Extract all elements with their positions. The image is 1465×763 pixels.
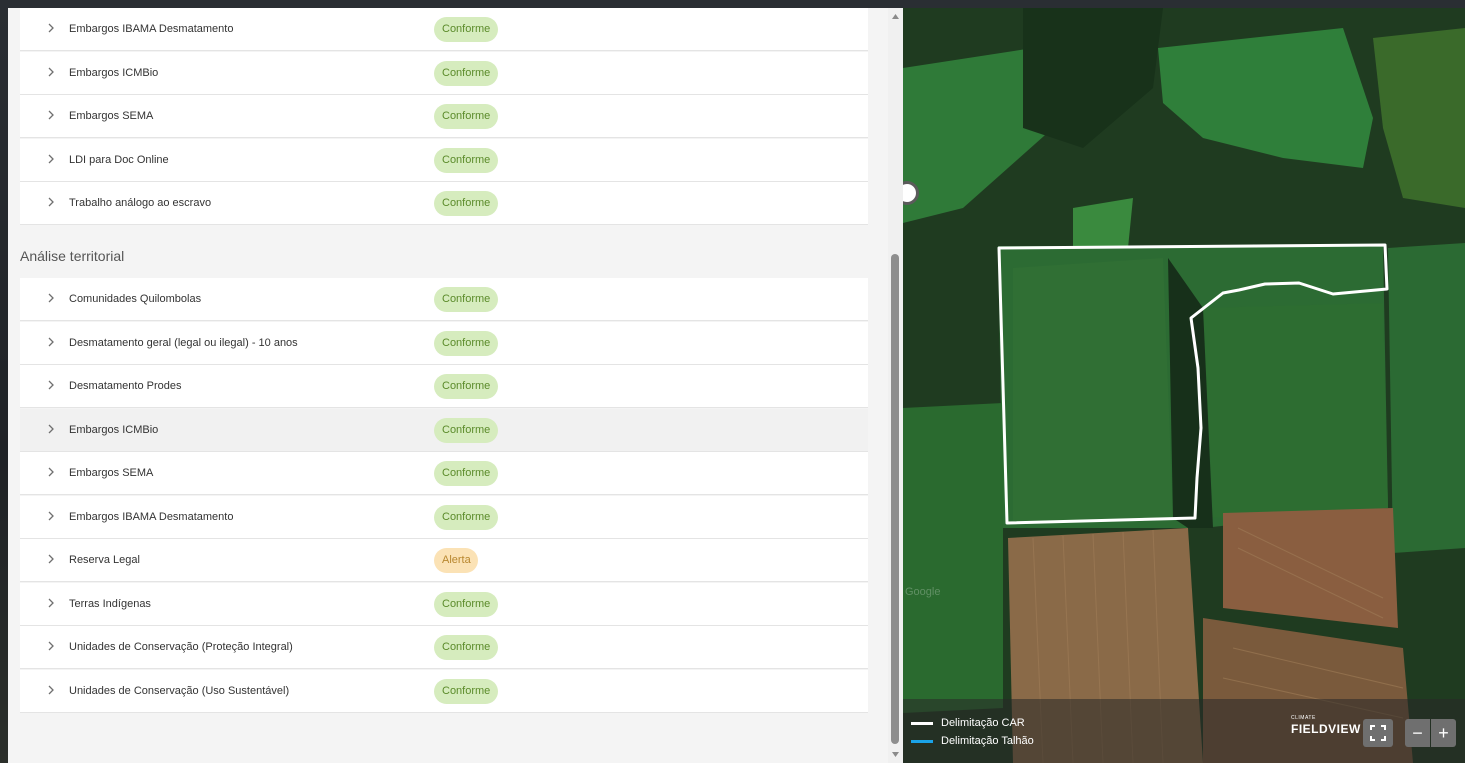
section-title-territorial: Análise territorial	[20, 248, 125, 264]
status-badge: Conforme	[434, 287, 498, 312]
status-badge: Conforme	[434, 147, 498, 173]
check-row[interactable]: Embargos IBAMA Desmatamento Conforme	[20, 495, 868, 539]
chevron-right-icon[interactable]	[46, 640, 60, 654]
chevron-right-icon[interactable]	[46, 466, 60, 480]
status-badge: Alerta	[434, 548, 478, 573]
chevron-right-icon[interactable]	[46, 336, 60, 350]
legend-swatch-car	[911, 721, 933, 725]
scroll-up-icon[interactable]	[891, 12, 900, 21]
legend-label-car: Delimitação CAR	[941, 717, 1025, 729]
fieldview-logo-text: FIELDVIEW	[1291, 722, 1361, 736]
status-badge: Conforme	[434, 678, 498, 704]
check-row-label: Embargos ICMBio	[69, 66, 159, 79]
check-row[interactable]: Reserva Legal Alerta	[20, 539, 868, 582]
fullscreen-icon	[1370, 725, 1386, 741]
chevron-right-icon[interactable]	[46, 109, 60, 123]
check-row[interactable]: Comunidades Quilombolas Conforme	[20, 278, 868, 321]
legend-label-talhao: Delimitação Talhão	[941, 735, 1034, 747]
status-badge: Conforme	[434, 417, 498, 443]
status-badge: Conforme	[434, 191, 498, 216]
chevron-right-icon[interactable]	[46, 292, 60, 306]
check-row[interactable]: LDI para Doc Online Conforme	[20, 138, 868, 182]
app-frame: Embargos IBAMA Desmatamento Conforme Embar…	[8, 8, 1465, 763]
legend-item-car: Delimitação CAR	[911, 717, 1025, 729]
status-badge: Conforme	[434, 374, 498, 399]
scrollbar[interactable]	[888, 8, 903, 763]
check-row-label: Embargos IBAMA Desmatamento	[69, 510, 234, 523]
check-row-label: Unidades de Conservação (Uso Sustentável…	[69, 684, 290, 697]
chevron-right-icon[interactable]	[46, 510, 60, 524]
chevron-right-icon[interactable]	[46, 423, 60, 437]
status-badge: Conforme	[434, 330, 498, 356]
check-row-label: Embargos SEMA	[69, 110, 154, 122]
check-row[interactable]: Unidades de Conservação (Proteção Integr…	[20, 626, 868, 669]
map-legend-bar: Delimitação CAR Delimitação Talhão CLIMA…	[903, 699, 1465, 763]
status-badge: Conforme	[434, 17, 498, 42]
check-row-label: Embargos SEMA	[69, 467, 154, 479]
chevron-right-icon[interactable]	[46, 597, 60, 611]
check-row-label: Trabalho análogo ao escravo	[69, 197, 212, 209]
check-row-label: Desmatamento Prodes	[69, 380, 182, 392]
chevron-right-icon[interactable]	[46, 153, 60, 167]
chevron-right-icon[interactable]	[46, 379, 60, 393]
chevron-right-icon[interactable]	[46, 22, 60, 36]
check-row[interactable]: Desmatamento geral (legal ou ilegal) - 1…	[20, 321, 868, 365]
satellite-imagery	[903, 8, 1465, 763]
check-row-label: Reserva Legal	[69, 554, 140, 566]
fieldview-logo-small: CLIMATE	[1291, 715, 1316, 721]
check-row[interactable]: Embargos SEMA Conforme	[20, 452, 868, 495]
status-badge: Conforme	[434, 591, 498, 617]
check-row[interactable]: Unidades de Conservação (Uso Sustentável…	[20, 669, 868, 713]
status-badge: Conforme	[434, 461, 498, 486]
chevron-right-icon[interactable]	[46, 196, 60, 210]
check-row[interactable]: Embargos ICMBio Conforme	[20, 51, 868, 95]
check-row-label: Terras Indígenas	[69, 597, 151, 610]
compliance-list-panel: Embargos IBAMA Desmatamento Conforme Embar…	[8, 8, 888, 763]
scroll-thumb[interactable]	[891, 254, 899, 744]
satellite-map[interactable]: Google Delimitação CAR Delimitação Talhã…	[903, 8, 1465, 763]
check-row-label: Unidades de Conservação (Proteção Integr…	[69, 641, 293, 653]
check-row-label: Desmatamento geral (legal ou ilegal) - 1…	[69, 336, 298, 349]
zoom-out-button[interactable]: −	[1405, 719, 1430, 747]
check-row-label: LDI para Doc Online	[69, 153, 169, 166]
fullscreen-button[interactable]	[1363, 719, 1393, 747]
check-row-label: Embargos ICMBio	[69, 423, 159, 436]
zoom-in-button[interactable]: +	[1431, 719, 1456, 747]
status-badge: Conforme	[434, 635, 498, 660]
check-row-label: Comunidades Quilombolas	[69, 293, 202, 305]
map-watermark: Google	[905, 586, 941, 598]
check-row-label: Embargos IBAMA Desmatamento	[69, 23, 234, 35]
check-row[interactable]: Trabalho análogo ao escravo Conforme	[20, 182, 868, 225]
legend-swatch-talhao	[911, 739, 933, 743]
status-badge: Conforme	[434, 104, 498, 129]
status-badge: Conforme	[434, 60, 498, 86]
fieldview-logo: CLIMATE FIELDVIEW	[1291, 715, 1361, 736]
scroll-down-icon[interactable]	[891, 750, 900, 759]
check-row[interactable]: Desmatamento Prodes Conforme	[20, 365, 868, 408]
status-badge: Conforme	[434, 504, 498, 530]
check-row[interactable]: Terras Indígenas Conforme	[20, 582, 868, 626]
check-row[interactable]: Embargos SEMA Conforme	[20, 95, 868, 138]
legend-item-talhao: Delimitação Talhão	[911, 735, 1034, 747]
chevron-right-icon[interactable]	[46, 553, 60, 567]
check-row[interactable]: Embargos ICMBio Conforme	[20, 408, 868, 452]
chevron-right-icon[interactable]	[46, 66, 60, 80]
check-row[interactable]: Embargos IBAMA Desmatamento Conforme	[20, 8, 868, 51]
chevron-right-icon[interactable]	[46, 684, 60, 698]
